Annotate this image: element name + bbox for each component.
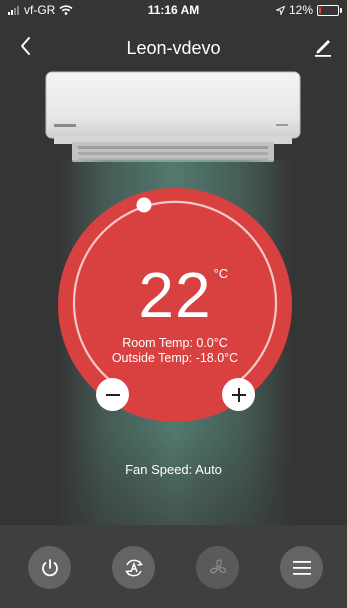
edit-pencil-icon — [315, 40, 331, 57]
battery-level — [319, 6, 321, 14]
temperature-slider-knob[interactable] — [136, 197, 152, 213]
ac-logo-mark — [54, 124, 76, 127]
status-bar: vf-GR 11:16 AM 12% — [0, 0, 347, 20]
fan-speed-label: Fan Speed: Auto — [125, 462, 222, 477]
set-temperature-unit: °C — [213, 266, 229, 281]
battery-icon — [317, 4, 342, 16]
set-temperature: 22 °C — [58, 258, 292, 332]
auto-mode-button[interactable] — [112, 546, 155, 589]
page-title: Leon-vdevo — [126, 38, 221, 58]
auto-mode-icon — [124, 559, 143, 576]
plus-icon — [231, 387, 246, 402]
ac-unit-image — [45, 71, 301, 162]
decrease-temp-button[interactable] — [96, 378, 129, 411]
outside-temperature: Outside Temp: -18.0°C — [111, 351, 239, 365]
fan-icon — [209, 558, 226, 573]
ac-badge-mark — [276, 124, 288, 126]
bottom-toolbar — [0, 525, 347, 608]
power-icon — [41, 558, 58, 576]
battery-percent: 12% — [288, 3, 313, 17]
room-temperature: Room Temp: 0.0°C — [122, 336, 228, 350]
status-right: 12% — [275, 3, 342, 17]
increase-temp-button[interactable] — [222, 378, 255, 411]
fan-button[interactable] — [196, 546, 239, 589]
set-temperature-value: 22 — [138, 259, 212, 331]
location-arrow-icon — [275, 5, 285, 15]
edit-button[interactable] — [311, 34, 335, 58]
battery-tip — [340, 7, 342, 13]
power-button[interactable] — [28, 546, 71, 589]
airflow-glow-fade — [58, 430, 292, 525]
nav-bar: Leon-vdevo — [0, 30, 347, 66]
thermostat-dial[interactable]: 22 °C Room Temp: 0.0°C Outside Temp: -18.… — [58, 188, 292, 422]
menu-button[interactable] — [280, 546, 323, 589]
menu-icon — [292, 560, 311, 575]
minus-icon — [105, 393, 120, 396]
temperature-readings: Room Temp: 0.0°C Outside Temp: -18.0°C — [58, 336, 292, 366]
